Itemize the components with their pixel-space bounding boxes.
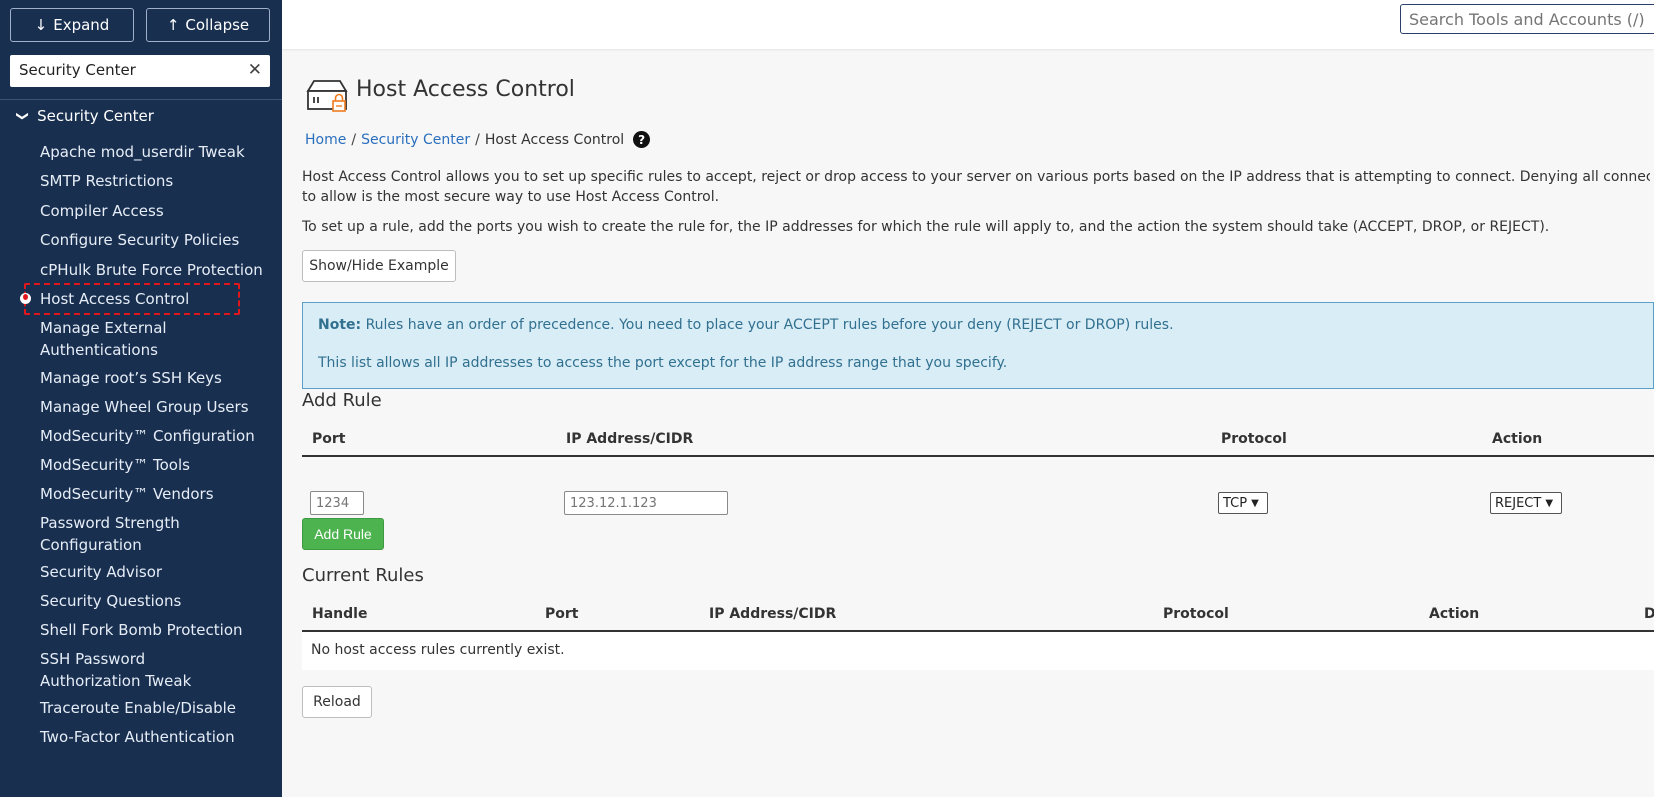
port-input[interactable]: [310, 491, 364, 515]
sidebar-item-cphulk-brute-force-protection[interactable]: cPHulk Brute Force Protection: [40, 259, 280, 281]
empty-rules-message: No host access rules currently exist.: [311, 642, 565, 658]
table-header-divider: [302, 455, 1654, 457]
sidebar-item-label: ModSecurity™ Vendors: [40, 485, 214, 503]
note-alert: Note: Rules have an order of precedence.…: [302, 302, 1654, 389]
sidebar-item-ssh-password-authorization-tweak[interactable]: SSH Password Authorization Tweak: [40, 648, 245, 692]
action-value: REJECT: [1495, 495, 1542, 511]
col-action: Action: [1492, 431, 1543, 447]
sidebar-item-compiler-access[interactable]: Compiler Access: [40, 200, 280, 222]
sidebar-item-label: Two-Factor Authentication: [40, 728, 235, 746]
sidebar-item-label: ModSecurity™ Tools: [40, 456, 190, 474]
active-indicator-icon: [20, 293, 31, 304]
protocol-value: TCP: [1223, 495, 1248, 511]
sidebar-item-password-strength-configuration[interactable]: Password Strength Configuration: [40, 512, 245, 556]
current-rules-heading: Current Rules: [302, 565, 424, 586]
table-row: No host access rules currently exist.: [302, 632, 1654, 670]
sidebar-item-smtp-restrictions[interactable]: SMTP Restrictions: [40, 170, 280, 192]
col-ip-address: IP Address/CIDR: [709, 606, 837, 622]
chevron-down-icon: ❯: [16, 110, 31, 122]
sidebar-group-label: Security Center: [37, 107, 154, 125]
breadcrumb: Home / Security Center / Host Access Con…: [305, 131, 651, 148]
breadcrumb-separator: /: [351, 131, 357, 148]
breadcrumb-home[interactable]: Home: [305, 132, 346, 148]
sidebar-item-shell-fork-bomb-protection[interactable]: Shell Fork Bomb Protection: [40, 619, 280, 641]
sidebar-filter-input[interactable]: [10, 55, 239, 85]
help-icon[interactable]: ?: [633, 131, 651, 148]
sidebar-item-label: Manage External Authentications: [40, 319, 167, 359]
sidebar-item-apache-mod-userdir-tweak[interactable]: Apache mod_userdir Tweak: [40, 141, 280, 163]
breadcrumb-current: Host Access Control: [484, 131, 625, 148]
protocol-select[interactable]: TCP ▼: [1218, 492, 1268, 514]
note-text: Rules have an order of precedence. You n…: [361, 317, 1174, 333]
chevron-down-icon: ▼: [1545, 497, 1554, 509]
collapse-label: Collapse: [185, 16, 250, 34]
sidebar-item-manage-root-s-ssh-keys[interactable]: Manage root’s SSH Keys: [40, 367, 280, 389]
ip-address-input[interactable]: [564, 491, 728, 515]
clear-icon[interactable]: ✕: [248, 60, 262, 80]
sidebar-item-label: SMTP Restrictions: [40, 172, 174, 190]
sidebar-item-label: Security Advisor: [40, 563, 163, 581]
sidebar-item-security-advisor[interactable]: Security Advisor: [40, 561, 280, 583]
expand-label: Expand: [53, 16, 110, 34]
sidebar-item-label: Configure Security Policies: [40, 231, 240, 249]
sidebar-item-label: Apache mod_userdir Tweak: [40, 143, 245, 161]
col-protocol: Protocol: [1221, 431, 1287, 447]
add-rule-heading: Add Rule: [302, 390, 382, 411]
sidebar-item-manage-external-authentications[interactable]: Manage External Authentications: [40, 317, 245, 361]
intro-line-1: Host Access Control allows you to set up…: [302, 169, 1650, 185]
action-select[interactable]: REJECT ▼: [1490, 492, 1562, 514]
sidebar-item-traceroute-enable-disable[interactable]: Traceroute Enable/Disable: [40, 697, 280, 719]
note-label: Note:: [318, 317, 362, 333]
col-ip-address: IP Address/CIDR: [566, 431, 694, 447]
sidebar-item-modsecurity-configuration[interactable]: ModSecurity™ Configuration: [40, 425, 280, 447]
chevron-down-icon: ▼: [1251, 497, 1259, 509]
main-content: Host Access Control Home / Security Cent…: [282, 49, 1654, 797]
note-line-1: Note: Rules have an order of precedence.…: [318, 317, 1174, 333]
sidebar-item-label: Security Questions: [40, 592, 182, 610]
top-bar: [282, 0, 1654, 49]
global-search-input[interactable]: [1400, 4, 1654, 34]
sidebar-item-label: Manage root’s SSH Keys: [40, 369, 222, 387]
collapse-button[interactable]: ↑ Collapse: [146, 8, 270, 42]
col-port: Port: [312, 431, 346, 447]
reload-button[interactable]: Reload: [302, 686, 372, 718]
breadcrumb-separator: /: [475, 131, 480, 148]
sidebar: ↓ Expand ↑ Collapse ✕ ❯ Security Center …: [0, 0, 282, 797]
page-title: Host Access Control: [356, 77, 575, 102]
breadcrumb-security-center[interactable]: Security Center: [361, 132, 470, 148]
expand-button[interactable]: ↓ Expand: [10, 8, 134, 42]
host-access-icon: [306, 80, 348, 112]
col-d: D: [1644, 606, 1654, 622]
sidebar-item-two-factor-authentication[interactable]: Two-Factor Authentication: [40, 726, 280, 748]
sidebar-divider: [0, 99, 282, 100]
sidebar-item-label: SSH Password Authorization Tweak: [40, 650, 192, 690]
sidebar-item-label: cPHulk Brute Force Protection: [40, 261, 263, 279]
sidebar-group-security-center[interactable]: ❯ Security Center: [16, 107, 154, 125]
active-item-highlight: [24, 283, 240, 315]
setup-paragraph: To set up a rule, add the ports you wish…: [302, 219, 1550, 235]
arrow-up-icon: ↑: [166, 16, 180, 34]
sidebar-item-label: Shell Fork Bomb Protection: [40, 621, 243, 639]
col-protocol: Protocol: [1163, 606, 1229, 622]
sidebar-item-modsecurity-tools[interactable]: ModSecurity™ Tools: [40, 454, 280, 476]
sidebar-item-security-questions[interactable]: Security Questions: [40, 590, 280, 612]
sidebar-item-label: Traceroute Enable/Disable: [40, 699, 236, 717]
sidebar-item-label: Manage Wheel Group Users: [40, 398, 249, 416]
sidebar-item-label: Compiler Access: [40, 202, 164, 220]
col-handle: Handle: [312, 606, 368, 622]
arrow-down-icon: ↓: [34, 16, 48, 34]
sidebar-item-label: Password Strength Configuration: [40, 514, 180, 554]
col-action: Action: [1429, 606, 1480, 622]
sidebar-item-label: ModSecurity™ Configuration: [40, 427, 255, 445]
intro-paragraph: Host Access Control allows you to set up…: [302, 167, 1650, 207]
col-port: Port: [545, 606, 579, 622]
add-rule-button[interactable]: Add Rule: [302, 518, 384, 550]
note-line-2: This list allows all IP addresses to acc…: [318, 355, 1008, 371]
sidebar-item-modsecurity-vendors[interactable]: ModSecurity™ Vendors: [40, 483, 280, 505]
show-hide-example-button[interactable]: Show/Hide Example: [302, 250, 456, 282]
sidebar-item-manage-wheel-group-users[interactable]: Manage Wheel Group Users: [40, 396, 280, 418]
sidebar-filter: ✕: [10, 55, 270, 87]
intro-line-2: to allow is the most secure way to use H…: [302, 189, 720, 205]
sidebar-item-configure-security-policies[interactable]: Configure Security Policies: [40, 229, 280, 251]
